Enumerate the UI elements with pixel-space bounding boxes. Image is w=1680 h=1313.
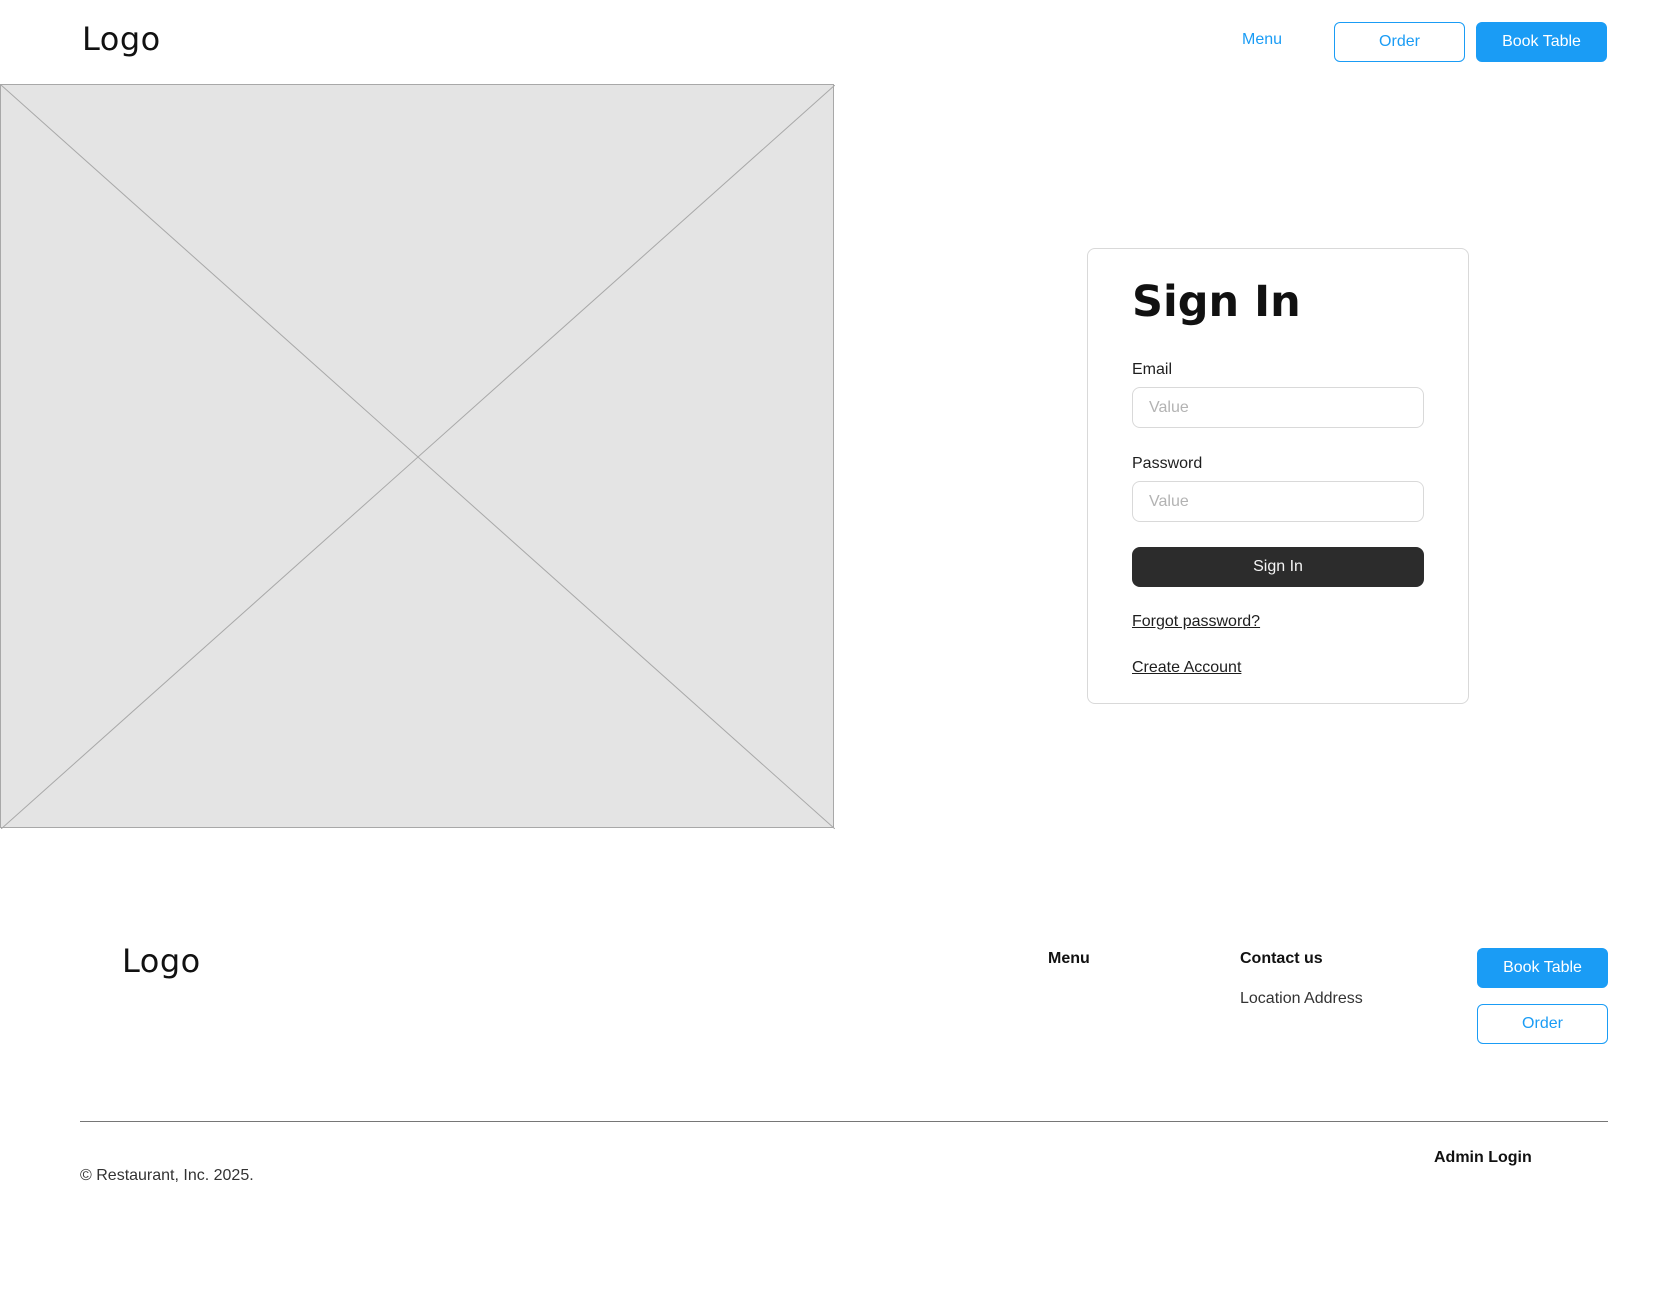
email-input[interactable] bbox=[1132, 387, 1424, 428]
footer-order-button[interactable]: Order bbox=[1477, 1004, 1608, 1044]
header-order-button[interactable]: Order bbox=[1334, 22, 1465, 62]
footer-book-table-button[interactable]: Book Table bbox=[1477, 948, 1608, 988]
create-account-link[interactable]: Create Account bbox=[1132, 659, 1241, 677]
nav-menu-link[interactable]: Menu bbox=[1230, 31, 1294, 49]
forgot-password-link[interactable]: Forgot password? bbox=[1132, 613, 1260, 631]
footer-contact-heading: Contact us bbox=[1240, 950, 1323, 967]
email-label: Email bbox=[1132, 361, 1173, 378]
signin-card: Sign In Email Password Sign In Forgot pa… bbox=[1087, 248, 1469, 704]
signin-button[interactable]: Sign In bbox=[1132, 547, 1424, 587]
admin-login-link[interactable]: Admin Login bbox=[1434, 1149, 1532, 1167]
footer-divider bbox=[80, 1121, 1608, 1122]
header-logo[interactable]: Logo bbox=[82, 20, 161, 58]
copyright-text: © Restaurant, Inc. 2025. bbox=[80, 1167, 254, 1184]
footer-menu-heading[interactable]: Menu bbox=[1048, 950, 1090, 968]
signin-title: Sign In bbox=[1132, 277, 1301, 327]
hero-image-placeholder bbox=[0, 84, 835, 829]
header-book-table-button[interactable]: Book Table bbox=[1476, 22, 1607, 62]
page: Logo Menu Order Book Table Sign In Email… bbox=[0, 0, 1680, 1313]
password-input[interactable] bbox=[1132, 481, 1424, 522]
footer-logo[interactable]: Logo bbox=[122, 942, 201, 980]
image-placeholder-icon bbox=[1, 85, 835, 829]
footer-location-address: Location Address bbox=[1240, 990, 1363, 1007]
password-label: Password bbox=[1132, 455, 1203, 472]
